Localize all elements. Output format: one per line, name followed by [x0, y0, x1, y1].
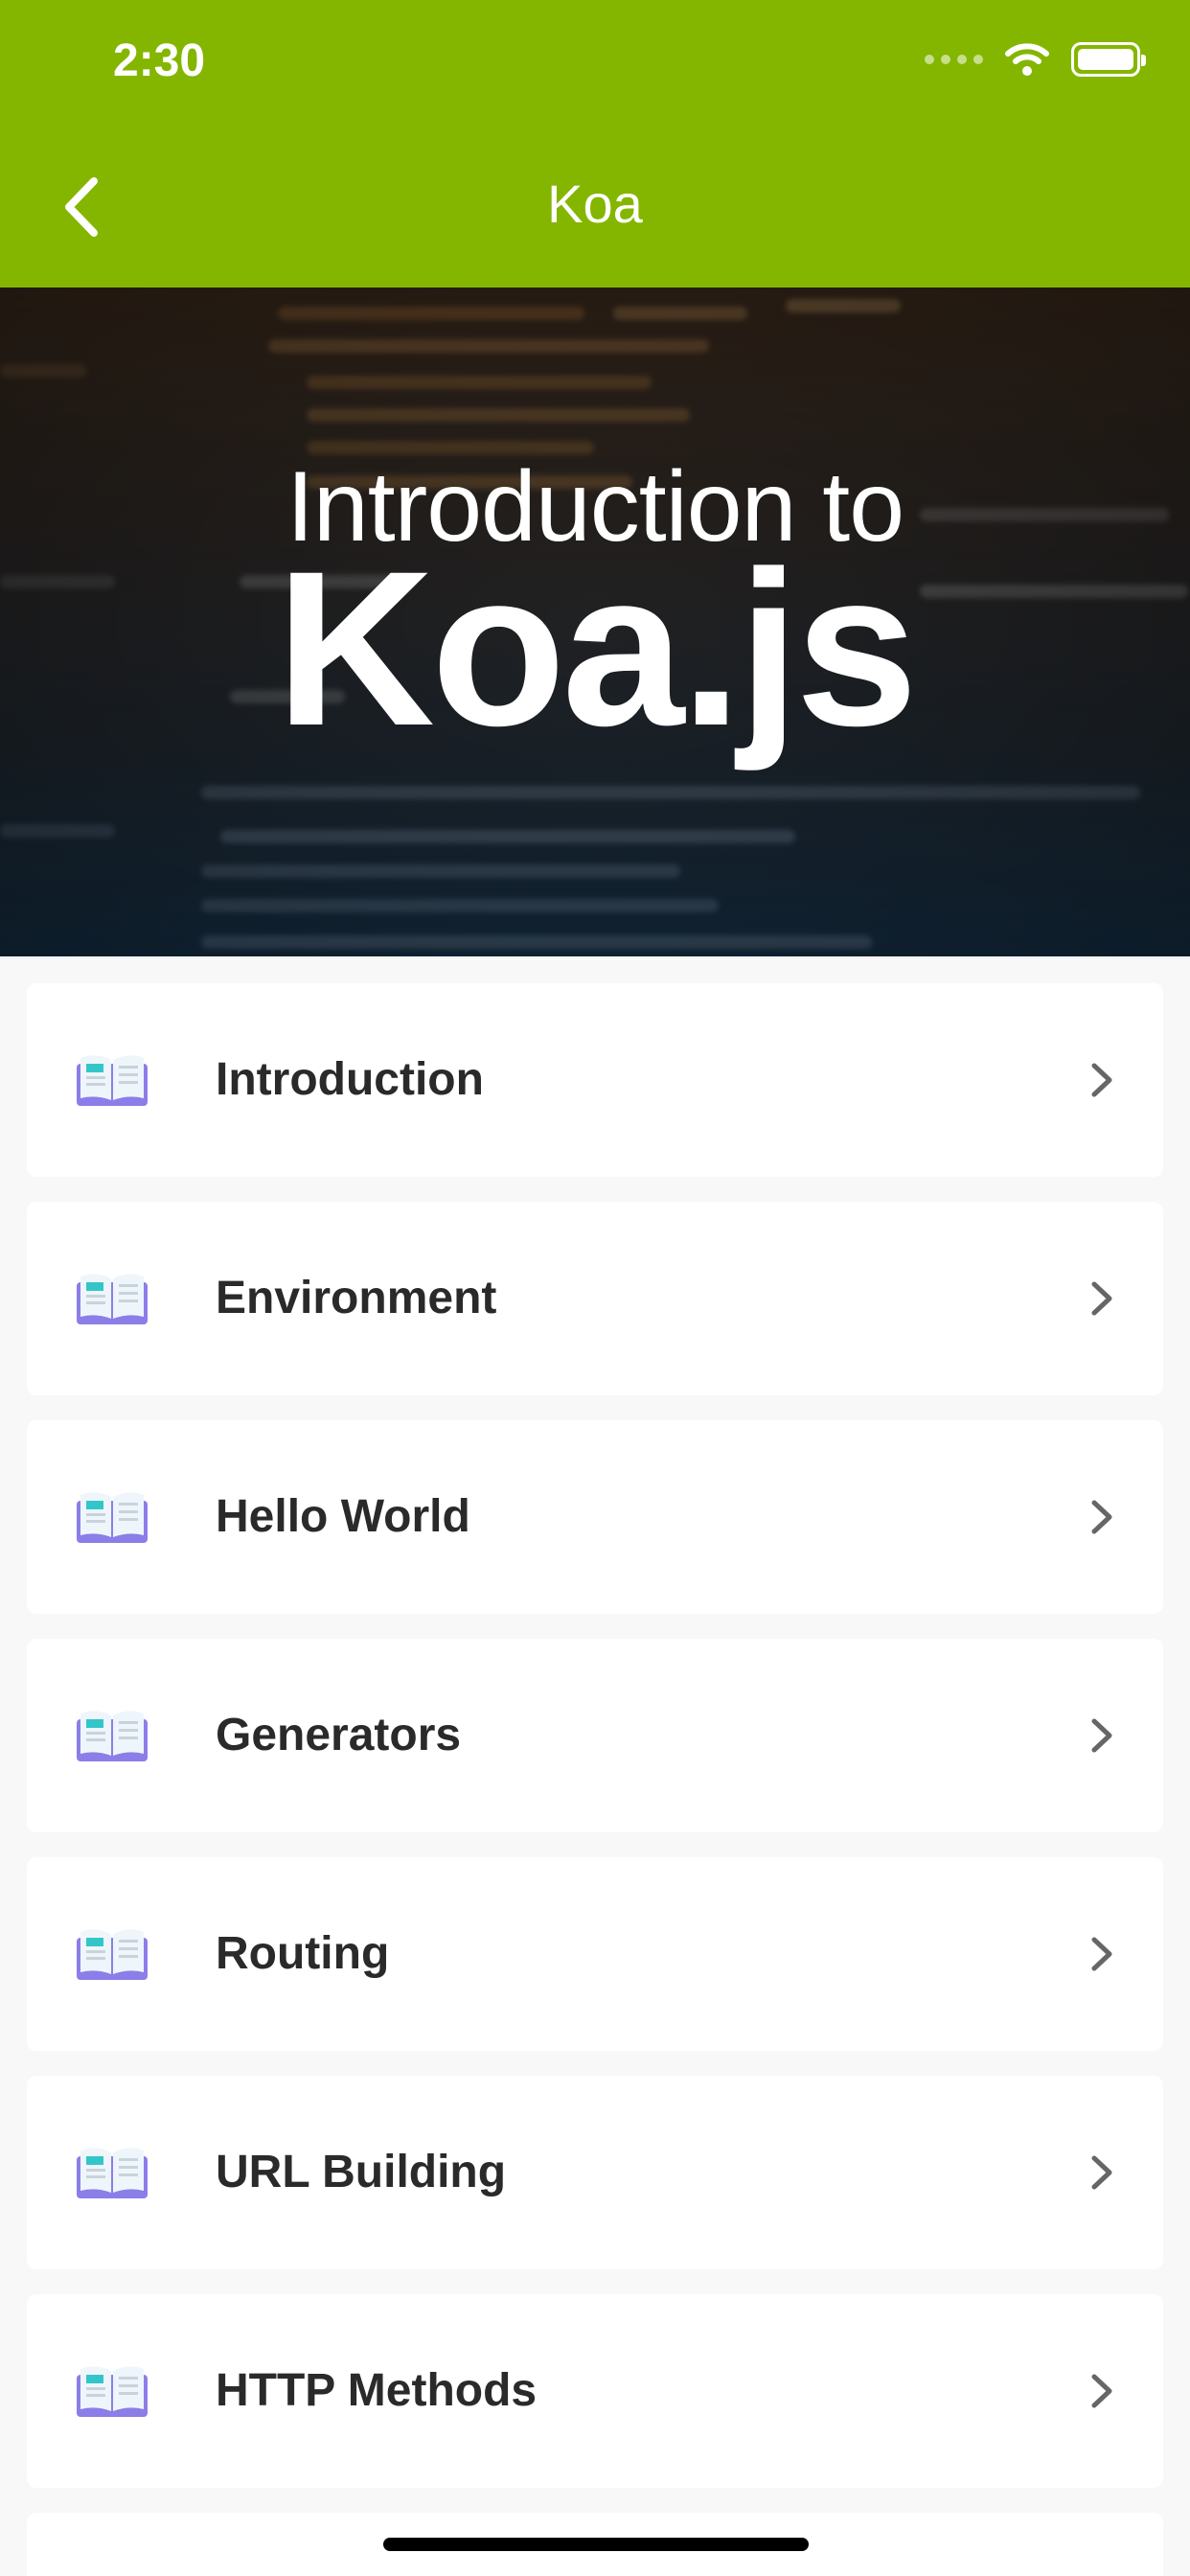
wifi-icon	[1005, 43, 1049, 76]
chevron-right-icon	[1091, 1063, 1112, 1097]
battery-icon	[1071, 42, 1146, 77]
chevron-right-icon	[1091, 1281, 1112, 1316]
list-item-routing[interactable]: Routing	[27, 1857, 1163, 2051]
book-icon	[77, 1492, 148, 1543]
book-icon	[77, 1274, 148, 1324]
lesson-label: Environment	[216, 1273, 497, 1323]
list-item-generators[interactable]: Generators	[27, 1639, 1163, 1832]
lesson-label: Hello World	[216, 1491, 470, 1542]
course-banner: Introduction to Koa.js	[0, 288, 1190, 956]
chevron-right-icon	[1091, 1500, 1112, 1534]
list-item-environment[interactable]: Environment	[27, 1202, 1163, 1395]
lesson-label: Routing	[216, 1928, 390, 1979]
chevron-right-icon	[1091, 1718, 1112, 1753]
list-item-hello-world[interactable]: Hello World	[27, 1420, 1163, 1614]
lesson-list: Introduction Environment Hello World Gen…	[27, 983, 1163, 2576]
list-item-url-building[interactable]: URL Building	[27, 2076, 1163, 2269]
book-icon	[77, 1711, 148, 1761]
list-item-http-methods[interactable]: HTTP Methods	[27, 2294, 1163, 2488]
book-icon	[77, 1055, 148, 1106]
chevron-right-icon	[1091, 1937, 1112, 1971]
page-title: Koa	[547, 173, 643, 234]
signal-icon	[925, 55, 983, 64]
list-item-introduction[interactable]: Introduction	[27, 983, 1163, 1177]
screen: 2:30 Koa Introduction to Koa.js Introduc…	[0, 0, 1190, 2576]
chevron-right-icon	[1091, 2374, 1112, 2408]
lesson-label: Introduction	[216, 1054, 484, 1105]
book-icon	[77, 1929, 148, 1980]
status-time: 2:30	[113, 35, 206, 86]
status-indicators	[925, 42, 1146, 77]
lesson-label: URL Building	[216, 2147, 507, 2197]
banner-title: Koa.js	[275, 525, 918, 771]
home-indicator[interactable]	[383, 2538, 809, 2551]
lesson-label: HTTP Methods	[216, 2365, 538, 2416]
book-icon	[77, 2148, 148, 2198]
app-bar: 2:30 Koa	[0, 0, 1190, 288]
book-icon	[77, 2366, 148, 2417]
lesson-label: Generators	[216, 1710, 462, 1760]
chevron-right-icon	[1091, 2155, 1112, 2190]
